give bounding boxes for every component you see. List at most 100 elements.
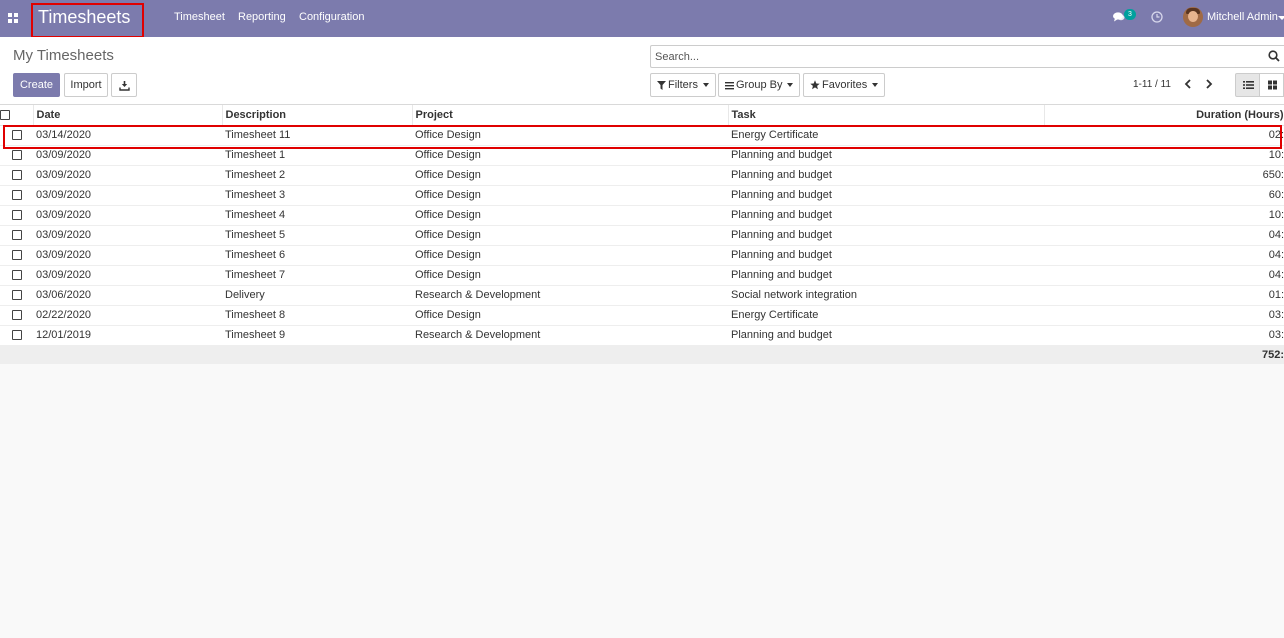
duration-total: 752: [1044, 345, 1284, 364]
row-checkbox[interactable] [11, 270, 22, 281]
download-button[interactable] [111, 73, 137, 97]
row-checkbox[interactable] [11, 330, 22, 341]
search-box [650, 45, 1284, 68]
row-select-cell [0, 245, 33, 266]
download-icon [118, 80, 130, 91]
row-checkbox[interactable] [11, 170, 22, 181]
list-view-button[interactable] [1235, 73, 1260, 97]
menu-configuration[interactable]: Configuration [299, 11, 364, 23]
cell-description: Timesheet 6 [222, 245, 412, 266]
select-all-header [0, 105, 34, 126]
row-select-cell [0, 285, 33, 306]
kanban-view-button[interactable] [1259, 73, 1284, 97]
row-checkbox[interactable] [11, 190, 22, 201]
cell-project: Office Design [412, 265, 728, 286]
cell-project: Office Design [412, 185, 728, 206]
bars-icon [725, 81, 734, 89]
cell-description: Timesheet 11 [222, 125, 412, 146]
avatar[interactable] [1183, 7, 1203, 27]
caret-down-icon[interactable] [1278, 16, 1284, 20]
list-icon [1243, 81, 1254, 89]
table-footer: 752: [0, 345, 1284, 364]
control-panel: My Timesheets Create Import Filters Grou… [0, 37, 1284, 105]
import-button[interactable]: Import [64, 73, 108, 97]
apps-grid-icon[interactable] [8, 13, 18, 23]
row-select-cell [0, 265, 33, 286]
table-row[interactable]: 03/09/2020 Timesheet 4 Office Design Planni… [0, 205, 1284, 226]
column-header-project[interactable]: Project [412, 105, 729, 126]
select-all-checkbox[interactable] [0, 109, 10, 120]
timesheet-table: Date Description Project Task Duration (… [0, 105, 1284, 364]
cell-duration: 03: [1044, 305, 1284, 326]
column-header-date[interactable]: Date [33, 105, 223, 126]
star-icon [810, 80, 820, 90]
table-row[interactable]: 03/09/2020 Timesheet 3 Office Design Planni… [0, 185, 1284, 206]
row-select-cell [0, 165, 33, 186]
row-select-cell [0, 205, 33, 226]
table-row[interactable]: 03/09/2020 Timesheet 6 Office Design Planni… [0, 245, 1284, 266]
column-header-task[interactable]: Task [728, 105, 1045, 126]
cell-description: Timesheet 1 [222, 145, 412, 166]
table-row[interactable]: 03/06/2020 Delivery Research & Development… [0, 285, 1284, 306]
row-checkbox[interactable] [11, 210, 22, 221]
cell-description: Timesheet 5 [222, 225, 412, 246]
table-row[interactable]: 12/01/2019 Timesheet 9 Research & Developm… [0, 325, 1284, 346]
group-by-label: Group By [736, 79, 783, 91]
row-select-cell [0, 125, 33, 146]
cell-date: 03/09/2020 [33, 225, 222, 246]
search-icon[interactable] [1268, 50, 1280, 62]
table-row[interactable]: 03/09/2020 Timesheet 2 Office Design Planni… [0, 165, 1284, 186]
cell-duration: 10: [1044, 145, 1284, 166]
cell-duration: 03: [1044, 325, 1284, 346]
chevron-right-icon[interactable] [1204, 78, 1214, 90]
row-checkbox[interactable] [11, 310, 22, 321]
table-row[interactable]: 03/14/2020 Timesheet 11 Office Design Energ… [0, 125, 1284, 146]
cell-task: Planning and budget [728, 145, 1044, 166]
row-checkbox[interactable] [11, 150, 22, 161]
chevron-left-icon[interactable] [1183, 78, 1193, 90]
row-checkbox[interactable] [11, 230, 22, 241]
table-row[interactable]: 03/09/2020 Timesheet 1 Office Design Planni… [0, 145, 1284, 166]
row-checkbox[interactable] [11, 290, 22, 301]
favorites-dropdown[interactable]: Favorites [803, 73, 886, 97]
cell-task: Planning and budget [728, 225, 1044, 246]
row-checkbox[interactable] [11, 250, 22, 261]
table-row[interactable]: 02/22/2020 Timesheet 8 Office Design Energy… [0, 305, 1284, 326]
caret-down-icon [702, 83, 709, 88]
row-select-cell [0, 145, 33, 166]
page-title: My Timesheets [13, 47, 114, 64]
favorites-label: Favorites [822, 79, 868, 91]
cell-duration: 01: [1044, 285, 1284, 306]
cell-task: Planning and budget [728, 245, 1044, 266]
table-row[interactable]: 03/09/2020 Timesheet 7 Office Design Planni… [0, 265, 1284, 286]
row-checkbox[interactable] [11, 130, 22, 141]
top-navbar: Timesheets Timesheet Reporting Configura… [0, 0, 1284, 38]
column-header-duration[interactable]: Duration (Hours) [1044, 105, 1284, 126]
user-name[interactable]: Mitchell Admin [1207, 11, 1278, 23]
cell-date: 03/09/2020 [33, 185, 222, 206]
create-button[interactable]: Create [13, 73, 60, 97]
cell-project: Office Design [412, 125, 728, 146]
pager-value[interactable]: 1-11 / 11 [1133, 79, 1171, 90]
cell-task: Planning and budget [728, 205, 1044, 226]
filters-dropdown[interactable]: Filters [650, 73, 716, 97]
cell-duration: 04: [1044, 265, 1284, 286]
table-header: Date Description Project Task Duration (… [0, 105, 1284, 126]
caret-down-icon [787, 83, 794, 88]
column-header-description[interactable]: Description [222, 105, 413, 126]
table-row[interactable]: 03/09/2020 Timesheet 5 Office Design Planni… [0, 225, 1284, 246]
row-select-cell [0, 305, 33, 326]
cell-duration: 02: [1044, 125, 1284, 146]
cell-duration: 04: [1044, 245, 1284, 266]
cell-task: Social network integration [728, 285, 1044, 306]
search-input[interactable] [651, 46, 1251, 67]
menu-timesheet[interactable]: Timesheet [174, 11, 225, 23]
cell-project: Office Design [412, 145, 728, 166]
clock-icon[interactable] [1151, 11, 1163, 23]
cell-description: Delivery [222, 285, 412, 306]
menu-reporting[interactable]: Reporting [238, 11, 286, 23]
group-by-dropdown[interactable]: Group By [718, 73, 801, 97]
cell-project: Office Design [412, 225, 728, 246]
cell-date: 03/09/2020 [33, 165, 222, 186]
cell-description: Timesheet 9 [222, 325, 412, 346]
